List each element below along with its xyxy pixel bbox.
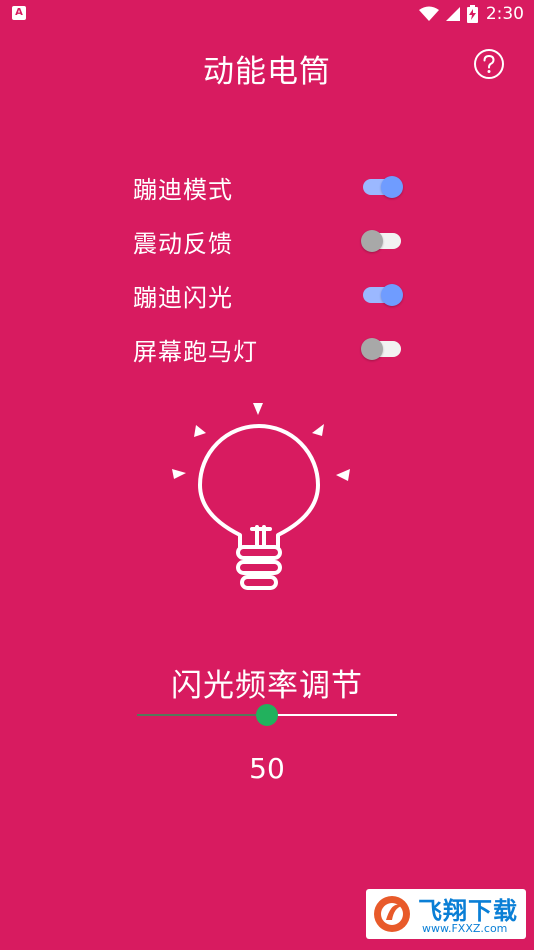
toggle-label: 震动反馈 [133,229,233,258]
vibration-feedback-switch[interactable] [361,229,403,253]
status-bar: A 2:30 [0,0,534,28]
screen-marquee-switch[interactable] [361,337,403,361]
watermark-url: www.FXXZ.com [422,922,508,935]
status-time: 2:30 [485,4,524,24]
toggle-row-vibration-feedback[interactable]: 震动反馈 [133,214,403,268]
watermark-name: 飞翔下载 [418,897,518,925]
toggle-row-disco-mode[interactable]: 蹦迪模式 [133,160,403,214]
toggle-row-screen-marquee[interactable]: 屏幕跑马灯 [133,322,403,376]
toggle-label: 屏幕跑马灯 [133,337,258,366]
disco-mode-switch[interactable] [361,175,403,199]
battery-charging-icon [466,5,478,23]
switch-thumb [361,338,383,360]
slider-knob[interactable] [256,704,278,726]
settings-toggle-list: 蹦迪模式 震动反馈 蹦迪闪光 屏幕跑马灯 [133,160,403,376]
light-bulb-icon[interactable] [160,395,370,610]
fxxz-logo-icon [374,896,410,932]
toggle-row-disco-flash[interactable]: 蹦迪闪光 [133,268,403,322]
toggle-label: 蹦迪闪光 [133,283,233,312]
switch-thumb [361,230,383,252]
watermark-badge: 飞翔下载 www.FXXZ.com [366,889,526,939]
status-icons: 2:30 [418,3,524,25]
disco-flash-switch[interactable] [361,283,403,307]
switch-thumb [381,176,403,198]
frequency-value: 50 [249,752,285,785]
switch-thumb [381,284,403,306]
app-title: 动能电筒 [203,54,331,90]
toggle-label: 蹦迪模式 [133,175,233,204]
wifi-icon [418,6,439,21]
notification-icon: A [12,6,26,20]
help-circle-icon[interactable] [473,48,505,80]
frequency-slider-title: 闪光频率调节 [171,668,363,704]
frequency-slider[interactable] [137,703,397,727]
slider-fill [137,714,267,716]
signal-icon [445,7,460,21]
